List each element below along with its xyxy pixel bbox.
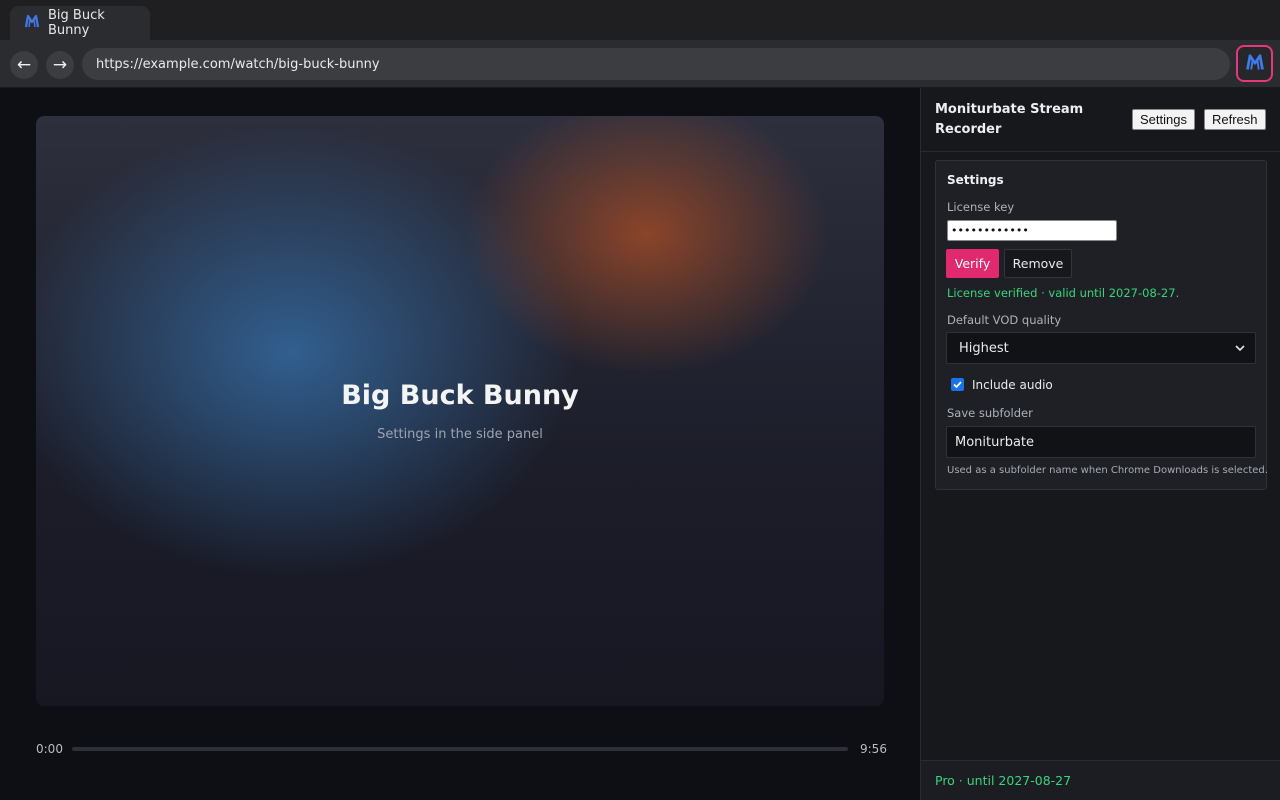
chevron-down-icon bbox=[1233, 341, 1247, 355]
moniturbate-logo-icon bbox=[1245, 52, 1265, 76]
license-key-label: License key bbox=[947, 200, 1015, 214]
page-content: Big Buck Bunny Settings in the side pane… bbox=[0, 88, 920, 800]
refresh-button[interactable]: Refresh bbox=[1204, 109, 1266, 130]
side-panel: Moniturbate Stream Recorder Settings Ref… bbox=[920, 88, 1280, 800]
arrow-right-icon: → bbox=[52, 54, 68, 75]
remove-button[interactable]: Remove bbox=[1004, 249, 1072, 278]
progress-bar[interactable] bbox=[72, 747, 848, 751]
back-button[interactable]: ← bbox=[10, 51, 38, 79]
extension-button[interactable] bbox=[1236, 45, 1273, 82]
panel-footer: Pro · until 2027-08-27 bbox=[921, 760, 1280, 800]
tab-strip: Big Buck Bunny bbox=[0, 0, 1280, 40]
video-player[interactable]: Big Buck Bunny Settings in the side pane… bbox=[36, 116, 884, 706]
moniturbate-logo-icon bbox=[24, 13, 40, 33]
url-text: https://example.com/watch/big-buck-bunny bbox=[96, 56, 380, 72]
video-subtitle: Settings in the side panel bbox=[377, 427, 543, 442]
address-bar[interactable]: https://example.com/watch/big-buck-bunny bbox=[82, 48, 1230, 80]
browser-toolbar: ← → https://example.com/watch/big-buck-b… bbox=[0, 40, 1280, 88]
settings-card: Settings License key •••••••••••• Verify… bbox=[935, 160, 1268, 490]
tab-title: Big Buck Bunny bbox=[48, 8, 105, 38]
time-total: 9:56 bbox=[860, 742, 887, 756]
video-title: Big Buck Bunny bbox=[341, 380, 579, 411]
forward-button[interactable]: → bbox=[46, 51, 74, 79]
subfolder-help-text: Used as a subfolder name when Chrome Dow… bbox=[947, 465, 1268, 476]
plan-status: Pro · until 2027-08-27 bbox=[935, 773, 1072, 788]
time-current: 0:00 bbox=[36, 742, 63, 756]
subfolder-label: Save subfolder bbox=[947, 406, 1033, 420]
license-key-input[interactable]: •••••••••••• bbox=[947, 220, 1117, 241]
quality-select[interactable]: Highest bbox=[946, 332, 1256, 364]
include-audio-checkbox[interactable] bbox=[951, 378, 964, 391]
panel-title: Moniturbate Stream Recorder bbox=[935, 102, 1084, 137]
include-audio-label[interactable]: Include audio bbox=[972, 378, 1053, 392]
settings-button[interactable]: Settings bbox=[1132, 109, 1195, 130]
arrow-left-icon: ← bbox=[16, 54, 32, 75]
verify-button[interactable]: Verify bbox=[946, 249, 999, 278]
browser-tab[interactable]: Big Buck Bunny bbox=[10, 6, 150, 40]
quality-value: Highest bbox=[959, 340, 1009, 356]
subfolder-input[interactable]: Moniturbate bbox=[946, 426, 1256, 458]
panel-header: Moniturbate Stream Recorder Settings Ref… bbox=[921, 88, 1280, 152]
quality-label: Default VOD quality bbox=[947, 313, 1062, 327]
license-status: License verified · valid until 2027-08-2… bbox=[947, 286, 1180, 300]
settings-heading: Settings bbox=[947, 173, 1004, 187]
checkmark-icon bbox=[953, 381, 962, 389]
